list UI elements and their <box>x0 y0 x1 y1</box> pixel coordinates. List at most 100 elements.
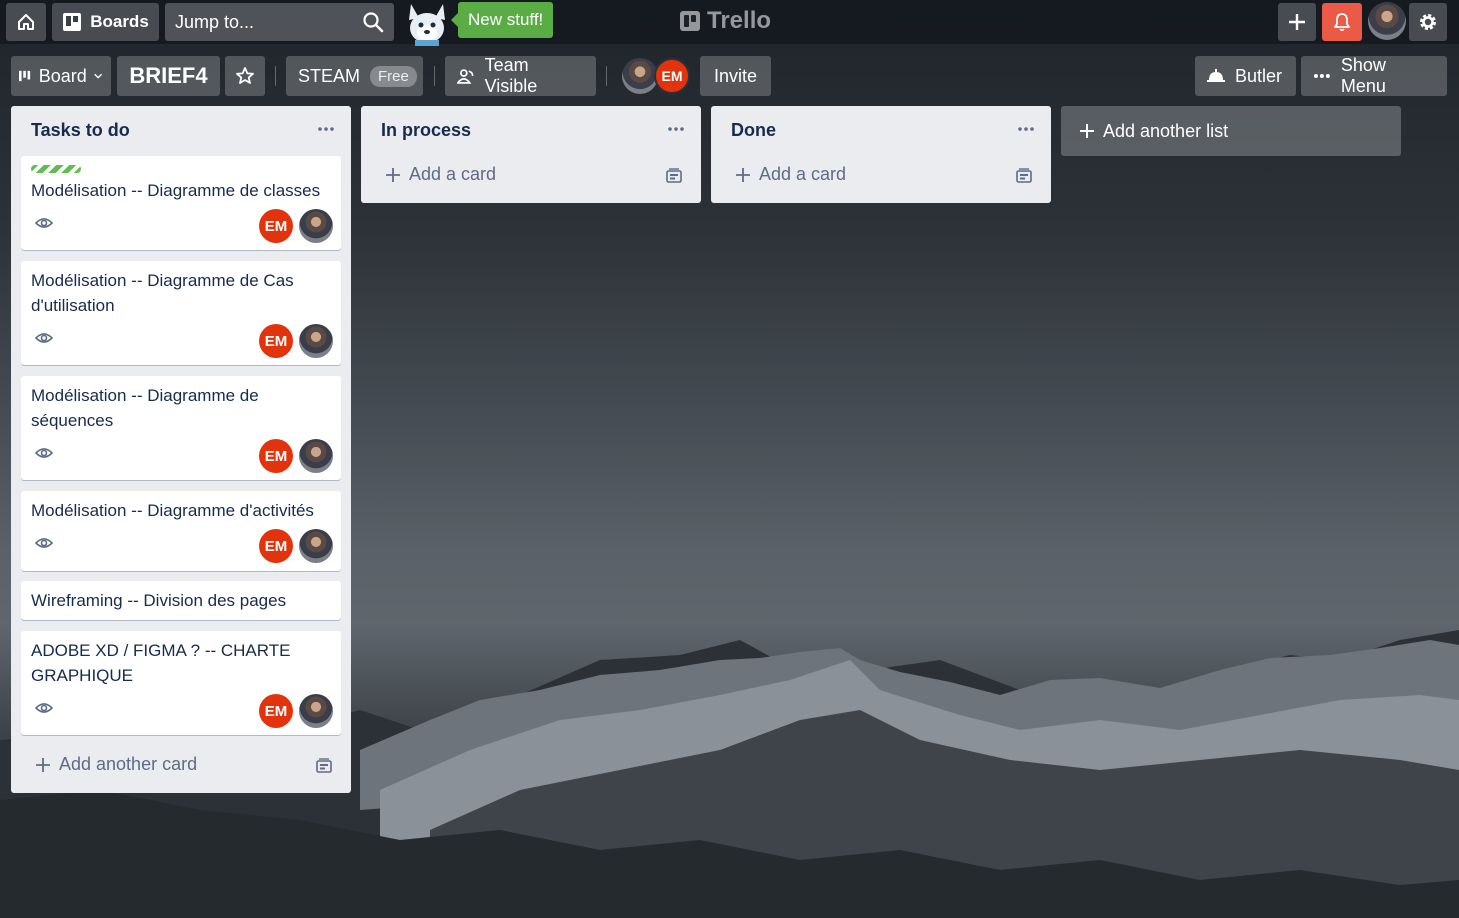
card[interactable]: ADOBE XD / FIGMA ? -- CHARTE GRAPHIQUE E… <box>21 631 341 735</box>
member-badge-em[interactable]: EM <box>259 209 293 243</box>
butler-label: Butler <box>1235 65 1283 86</box>
invite-button[interactable]: Invite <box>700 56 771 96</box>
notifications-button[interactable] <box>1322 3 1362 41</box>
board-view-switcher[interactable]: Board <box>11 56 111 96</box>
card-title: Modélisation -- Diagramme de classes <box>31 181 321 200</box>
card-title: Wireframing -- Division des pages <box>31 591 287 610</box>
list-menu-icon[interactable] <box>315 122 337 136</box>
trello-logo-text: Trello <box>707 7 772 34</box>
list-menu-icon[interactable] <box>1015 122 1037 136</box>
card-template-icon[interactable] <box>1015 168 1033 184</box>
card-label-green[interactable] <box>31 165 81 173</box>
plus-icon <box>1080 124 1094 138</box>
home-icon <box>18 14 34 30</box>
member-avatar[interactable] <box>299 439 333 473</box>
gear-icon <box>1420 14 1436 30</box>
header-divider <box>275 66 276 86</box>
board-view-icon <box>19 70 31 82</box>
header-divider <box>606 66 607 86</box>
board-view-label: Board <box>38 65 87 86</box>
butler-button[interactable]: Butler <box>1195 56 1296 96</box>
boards-button[interactable]: Boards <box>52 3 159 41</box>
add-list-button[interactable]: Add another list <box>1061 106 1401 156</box>
star-button[interactable] <box>225 56 265 96</box>
list-title[interactable]: Tasks to do <box>31 120 130 141</box>
plus-icon <box>386 167 400 182</box>
trello-logo[interactable]: Trello <box>680 6 771 36</box>
add-card-label: Add another card <box>59 754 198 774</box>
card-title: Modélisation -- Diagramme de séquences <box>31 386 259 430</box>
search-icon <box>363 12 384 33</box>
add-card-label: Add a card <box>409 164 497 184</box>
eye-icon <box>35 333 53 343</box>
eye-icon <box>35 448 53 458</box>
member-badge-em[interactable]: EM <box>259 529 293 563</box>
chevron-down-icon <box>93 73 102 79</box>
team-plan-badge: Free <box>370 65 417 87</box>
add-card-label: Add a card <box>759 164 847 184</box>
eye-icon <box>35 703 53 713</box>
member-avatar[interactable] <box>299 529 333 563</box>
bell-icon <box>1334 13 1350 32</box>
top-navigation: Boards Jump to... New stuff! Trello <box>0 0 1459 46</box>
list-title[interactable]: In process <box>381 120 471 141</box>
add-card-button[interactable]: Add a card <box>735 164 846 185</box>
member-badge-em[interactable]: EM <box>259 324 293 358</box>
team-name: STEAM <box>298 65 361 86</box>
plus-icon <box>36 757 50 772</box>
board-title: BRIEF4 <box>129 63 208 88</box>
card-title: Modélisation -- Diagramme d'activités <box>31 501 314 520</box>
card[interactable]: Wireframing -- Division des pages <box>21 581 341 620</box>
search-placeholder: Jump to... <box>175 11 255 32</box>
user-avatar[interactable] <box>1368 2 1406 40</box>
show-menu-button[interactable]: Show Menu <box>1301 55 1447 96</box>
member-avatar[interactable] <box>299 694 333 728</box>
plus-icon <box>1289 14 1305 30</box>
member-avatar[interactable] <box>622 58 658 94</box>
home-button[interactable] <box>6 3 46 41</box>
header-divider <box>434 66 435 86</box>
member-badge-em[interactable]: EM <box>259 439 293 473</box>
card-template-icon[interactable] <box>665 168 683 184</box>
member-avatar[interactable] <box>299 209 333 243</box>
card[interactable]: Modélisation -- Diagramme de séquences E… <box>21 376 341 480</box>
star-icon <box>236 67 254 84</box>
member-avatar[interactable] <box>299 324 333 358</box>
jump-to-search[interactable]: Jump to... <box>165 3 394 41</box>
team-visible-icon <box>457 69 474 84</box>
new-stuff-button[interactable]: New stuff! <box>450 2 554 38</box>
list-done: Done Add a card <box>711 106 1051 203</box>
card[interactable]: Modélisation -- Diagramme de classes EM <box>21 156 341 250</box>
visibility-label: Team Visible <box>484 55 538 96</box>
card[interactable]: Modélisation -- Diagramme d'activités EM <box>21 491 341 571</box>
show-menu-label: Show Menu <box>1340 55 1386 96</box>
invite-label: Invite <box>713 65 758 86</box>
boards-icon <box>63 13 82 31</box>
member-avatar-em[interactable]: EM <box>654 58 690 94</box>
trello-logo-icon <box>680 11 700 31</box>
create-button[interactable] <box>1278 3 1316 41</box>
card[interactable]: Modélisation -- Diagramme de Cas d'utili… <box>21 261 341 365</box>
card-template-icon[interactable] <box>315 758 333 774</box>
plus-icon <box>736 167 750 182</box>
eye-icon <box>35 538 53 548</box>
board-title-button[interactable]: BRIEF4 <box>117 56 220 96</box>
team-button[interactable]: STEAM Free <box>286 56 423 96</box>
more-icon <box>1313 74 1330 78</box>
list-title[interactable]: Done <box>731 120 776 141</box>
add-list-label: Add another list <box>1103 120 1229 141</box>
list-menu-icon[interactable] <box>665 122 687 136</box>
add-card-button[interactable]: Add another card <box>35 754 197 775</box>
settings-button[interactable] <box>1409 3 1447 41</box>
card-title: Modélisation -- Diagramme de Cas d'utili… <box>31 271 294 315</box>
butler-bell-icon <box>1207 69 1225 82</box>
eye-icon <box>35 218 53 228</box>
member-badge-em[interactable]: EM <box>259 694 293 728</box>
boards-label: Boards <box>90 12 149 31</box>
visibility-button[interactable]: Team Visible <box>445 55 596 96</box>
card-title: ADOBE XD / FIGMA ? -- CHARTE GRAPHIQUE <box>31 641 291 685</box>
new-stuff-label: New stuff! <box>468 10 544 29</box>
add-card-button[interactable]: Add a card <box>385 164 496 185</box>
list-in-process: In process Add a card <box>361 106 701 203</box>
taco-mascot-icon[interactable] <box>403 0 451 46</box>
